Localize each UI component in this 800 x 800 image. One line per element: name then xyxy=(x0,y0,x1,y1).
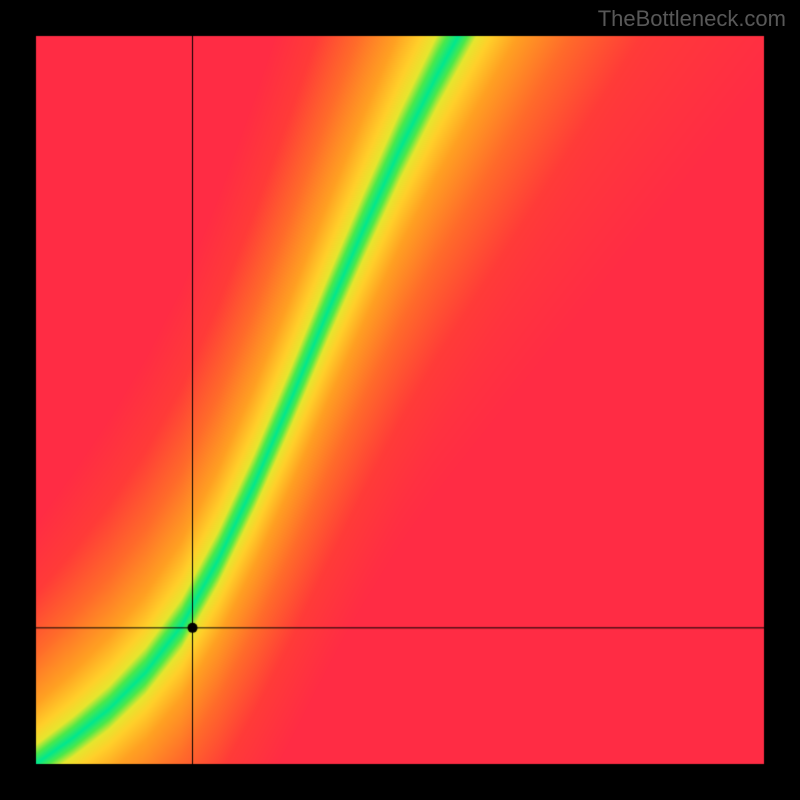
chart-container: TheBottleneck.com xyxy=(0,0,800,800)
bottleneck-heatmap xyxy=(0,0,800,800)
watermark: TheBottleneck.com xyxy=(598,6,786,32)
